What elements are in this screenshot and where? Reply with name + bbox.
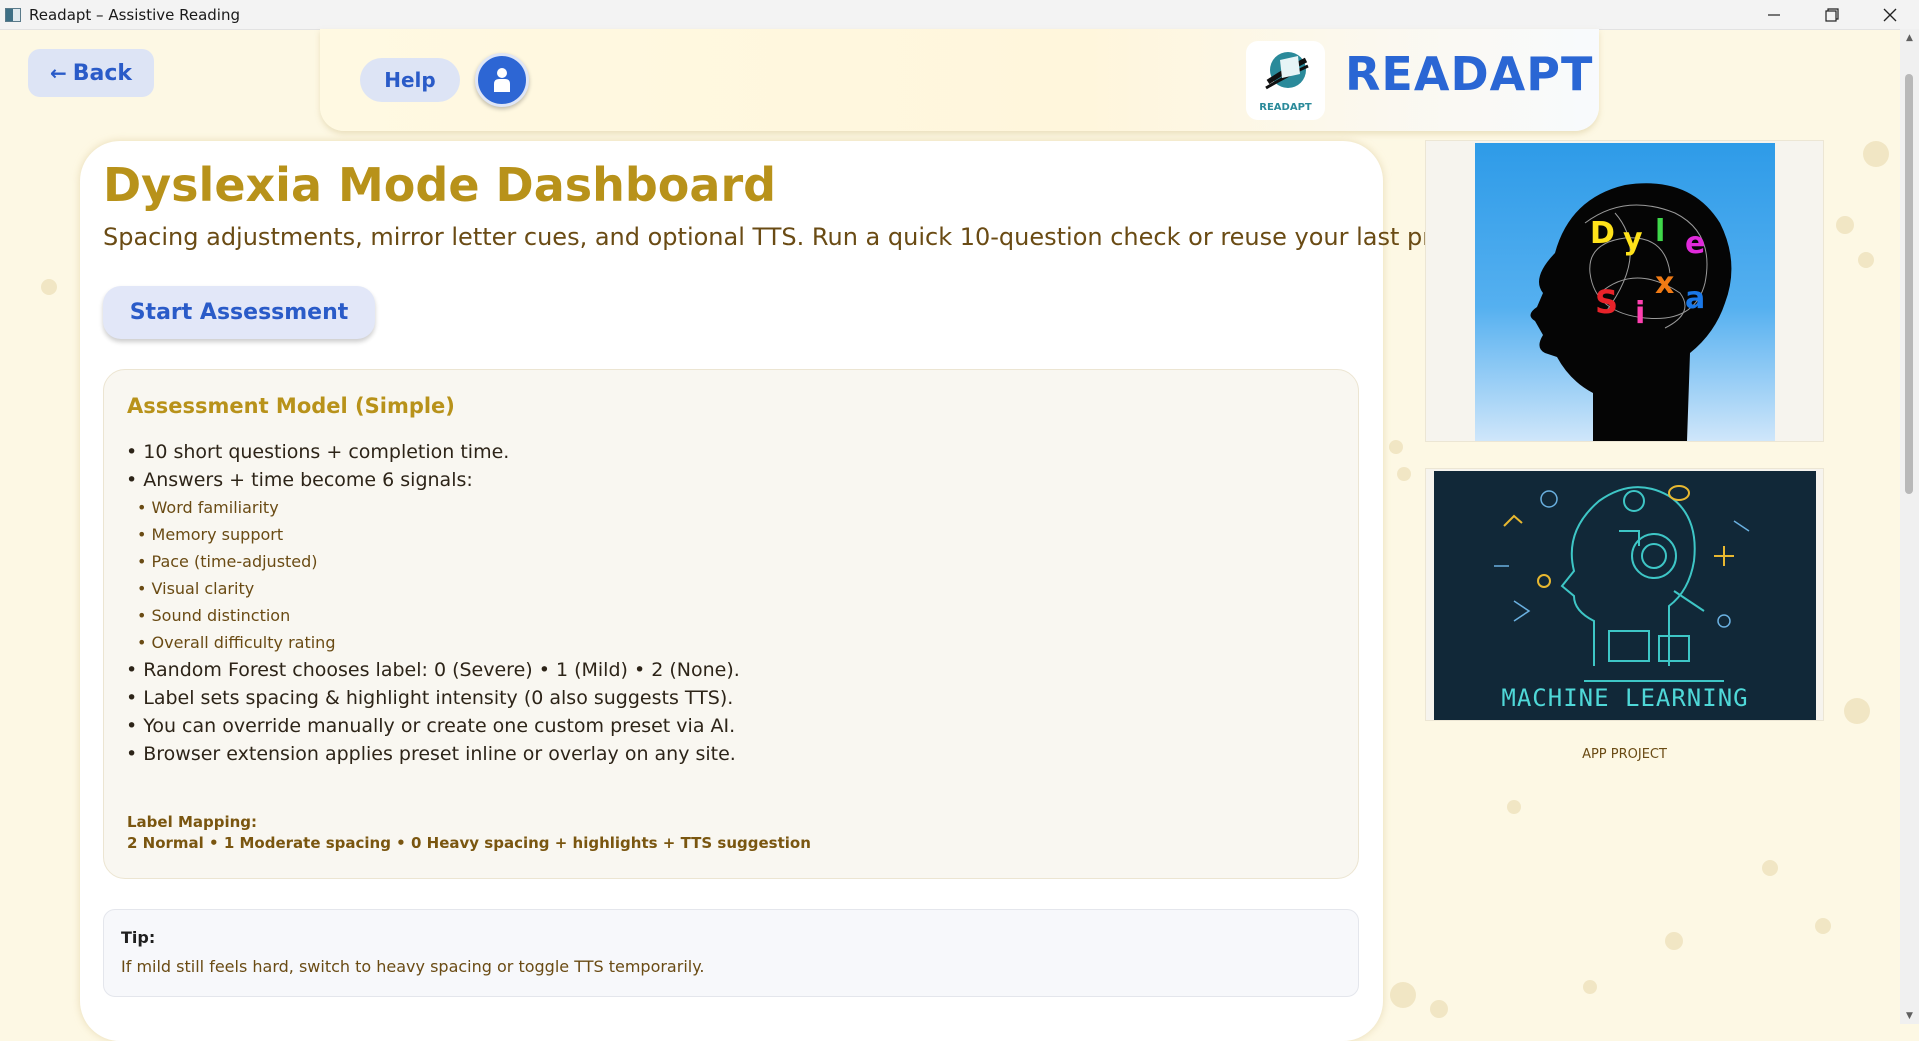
scroll-down-icon[interactable]: ▼ xyxy=(1900,1007,1919,1024)
signal-item: • Overall difficulty rating xyxy=(137,633,336,652)
app-project-caption: APP PROJECT xyxy=(1582,747,1667,762)
header-bar: Help READAPT READAPT xyxy=(320,29,1599,131)
letter-d: D xyxy=(1590,216,1615,251)
page-title: Dyslexia Mode Dashboard xyxy=(103,158,777,212)
letter-i: i xyxy=(1635,296,1645,331)
window-title-bar: Readapt – Assistive Reading xyxy=(0,0,1919,30)
profile-button[interactable] xyxy=(475,53,529,107)
decorative-dot xyxy=(1507,800,1521,814)
assessment-model-list: • 10 short questions + completion time. … xyxy=(126,438,740,768)
decorative-dot xyxy=(1430,1000,1448,1018)
signal-item: • Memory support xyxy=(137,525,284,544)
start-assessment-button[interactable]: Start Assessment xyxy=(103,286,375,339)
decorative-dot xyxy=(1665,932,1683,950)
tip-text: If mild still feels hard, switch to heav… xyxy=(121,957,705,976)
help-button-label: Help xyxy=(384,68,436,92)
letter-a: a xyxy=(1685,281,1705,316)
label-mapping-title: Label Mapping: xyxy=(127,813,258,831)
decorative-dot xyxy=(1390,982,1416,1008)
vertical-scrollbar[interactable]: ▲ ▼ xyxy=(1900,29,1919,1024)
machine-learning-image-frame: MACHINE LEARNING xyxy=(1425,468,1824,721)
logo-book-icon xyxy=(1264,52,1309,90)
list-item: • Answers + time become 6 signals: xyxy=(126,469,473,491)
letter-y: y xyxy=(1623,222,1643,257)
signal-item: • Pace (time-adjusted) xyxy=(137,552,318,571)
list-item: • Random Forest chooses label: 0 (Severe… xyxy=(126,659,740,681)
letter-e: e xyxy=(1685,226,1705,261)
head-silhouette-icon: D y l e x S i a xyxy=(1530,183,1732,441)
tip-label: Tip: xyxy=(121,928,156,947)
letter-l: l xyxy=(1655,214,1665,249)
decorative-dot xyxy=(1762,860,1778,876)
dyslexia-image-frame: D y l e x S i a xyxy=(1425,140,1824,442)
list-item: • Browser extension applies preset inlin… xyxy=(126,743,736,765)
minimize-icon[interactable] xyxy=(1745,0,1803,29)
label-mapping-text: 2 Normal • 1 Moderate spacing • 0 Heavy … xyxy=(127,834,811,852)
restore-icon[interactable] xyxy=(1803,0,1861,29)
decorative-dot xyxy=(1397,467,1411,481)
dashboard-card: Dyslexia Mode Dashboard Spacing adjustme… xyxy=(80,141,1491,1041)
signal-item: • Sound distinction xyxy=(137,606,291,625)
decorative-dot xyxy=(1836,216,1854,234)
dyslexia-head-image: D y l e x S i a xyxy=(1475,143,1775,441)
app-icon xyxy=(5,7,21,22)
start-assessment-label: Start Assessment xyxy=(129,300,349,325)
signal-item: • Word familiarity xyxy=(137,498,279,517)
back-button[interactable]: ← Back xyxy=(28,49,154,97)
arrow-left-icon: ← xyxy=(49,61,67,85)
page-subtitle: Spacing adjustments, mirror letter cues,… xyxy=(103,223,1491,251)
back-button-label: Back xyxy=(72,60,133,86)
machine-learning-image: MACHINE LEARNING xyxy=(1434,471,1816,720)
app-logo: READAPT xyxy=(1246,41,1325,120)
list-item: • You can override manually or create on… xyxy=(126,715,736,737)
help-button[interactable]: Help xyxy=(360,58,460,102)
decorative-dot xyxy=(1844,698,1870,724)
person-icon xyxy=(494,68,510,92)
decorative-dot xyxy=(1389,440,1403,454)
scroll-up-icon[interactable]: ▲ xyxy=(1900,29,1919,46)
scrollbar-thumb[interactable] xyxy=(1905,74,1913,494)
label-mapping: Label Mapping: 2 Normal • 1 Moderate spa… xyxy=(127,812,811,854)
assessment-model-title: Assessment Model (Simple) xyxy=(127,394,455,418)
signal-item: • Visual clarity xyxy=(137,579,255,598)
tip-panel: Tip: If mild still feels hard, switch to… xyxy=(103,909,1359,997)
window-controls xyxy=(1745,0,1919,29)
decorative-dot xyxy=(1858,252,1874,268)
decorative-dot xyxy=(41,279,57,295)
decorative-dot xyxy=(1583,980,1597,994)
close-icon[interactable] xyxy=(1861,0,1919,29)
decorative-dot xyxy=(1863,141,1889,167)
list-item: • 10 short questions + completion time. xyxy=(126,441,510,463)
machine-learning-caption: MACHINE LEARNING xyxy=(1501,684,1749,712)
letter-x: x xyxy=(1655,266,1674,301)
window-title: Readapt – Assistive Reading xyxy=(29,5,241,24)
robot-head-icon xyxy=(1494,485,1750,682)
decorative-dot xyxy=(1815,918,1831,934)
logo-text: READAPT xyxy=(1259,102,1312,113)
brand-name: READAPT xyxy=(1345,47,1594,101)
letter-s: S xyxy=(1595,283,1618,321)
list-item: • Label sets spacing & highlight intensi… xyxy=(126,687,734,709)
assessment-model-panel: Assessment Model (Simple) • 10 short que… xyxy=(103,369,1359,879)
